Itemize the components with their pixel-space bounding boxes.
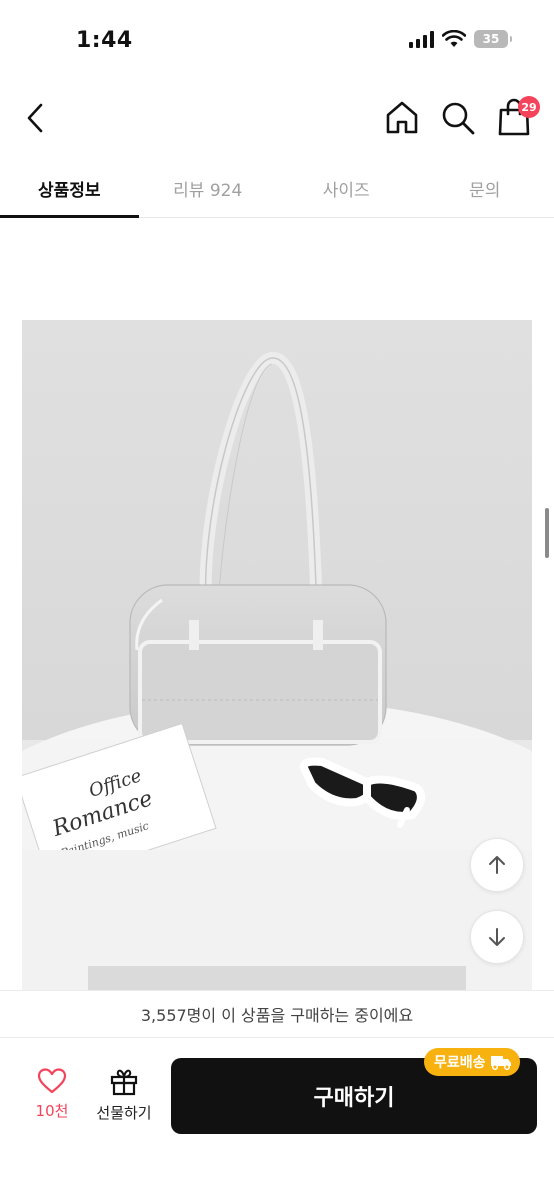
scroll-up-button[interactable]	[470, 838, 524, 892]
header: 29	[0, 88, 554, 148]
cart-button[interactable]: 29	[494, 96, 540, 140]
gift-label: 선물하기	[96, 1104, 152, 1122]
scroll-down-button[interactable]	[470, 910, 524, 964]
tab-reviews[interactable]: 리뷰 924	[139, 160, 278, 217]
tab-inquiry[interactable]: 문의	[416, 160, 554, 217]
back-button[interactable]	[20, 98, 50, 138]
scrollbar[interactable]	[545, 508, 549, 558]
buying-now-banner: 3,557명이 이 상품을 구매하는 중이에요	[0, 990, 554, 1038]
like-button[interactable]: 10천	[26, 1068, 78, 1132]
status-bar: 1:44 35	[0, 0, 554, 80]
truck-icon	[490, 1056, 511, 1070]
signal-icon	[409, 30, 434, 48]
bottom-action-bar: 10천 선물하기 구매하기 무료배송	[0, 1038, 554, 1200]
gift-icon	[110, 1069, 138, 1096]
next-image-area	[22, 850, 532, 990]
product-image: Office Romance Paintings, music	[22, 320, 532, 850]
next-image-preview	[88, 966, 466, 990]
heart-icon	[38, 1068, 66, 1094]
home-icon	[386, 101, 418, 134]
product-tabs: 상품정보 리뷰 924 사이즈 문의	[0, 160, 554, 218]
cart-count-badge: 29	[518, 96, 540, 118]
status-icons: 35	[409, 30, 512, 48]
battery-indicator: 35	[474, 30, 512, 48]
free-shipping-badge: 무료배송	[424, 1048, 520, 1076]
status-time: 1:44	[76, 28, 133, 53]
gift-button[interactable]: 선물하기	[90, 1068, 158, 1132]
chevron-left-icon	[27, 103, 43, 133]
like-count: 10천	[35, 1102, 69, 1120]
search-button[interactable]	[438, 98, 478, 138]
home-button[interactable]	[382, 98, 422, 138]
tab-size[interactable]: 사이즈	[277, 160, 416, 217]
tab-product-info[interactable]: 상품정보	[0, 160, 139, 218]
free-shipping-label: 무료배송	[434, 1055, 486, 1071]
wifi-icon	[442, 30, 466, 47]
product-photo: Office Romance Paintings, music	[22, 320, 532, 850]
arrow-down-icon	[489, 928, 505, 946]
search-icon	[442, 102, 475, 135]
arrow-up-icon	[489, 856, 505, 874]
